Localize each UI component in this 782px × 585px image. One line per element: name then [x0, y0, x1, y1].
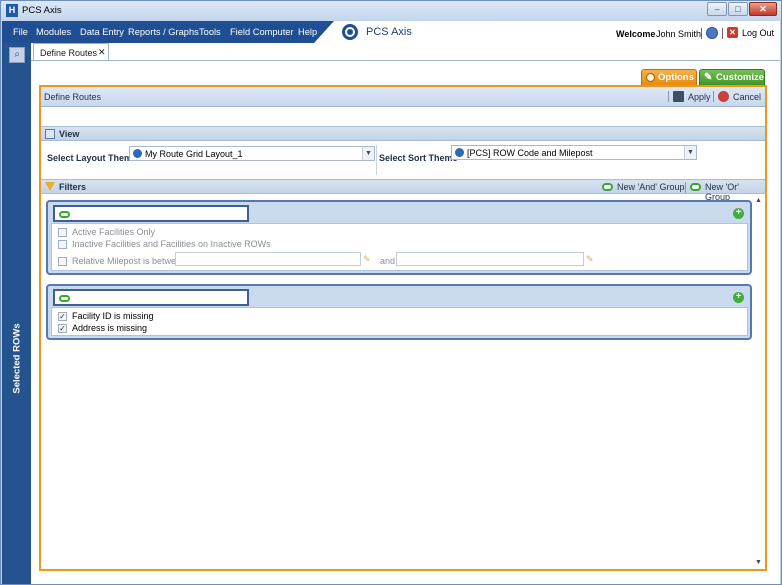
close-window-button[interactable]: ✕ — [749, 2, 777, 16]
window-title: PCS Axis — [22, 5, 62, 16]
grid-icon — [45, 129, 55, 139]
customize-button[interactable]: ✎ Customize — [699, 69, 765, 85]
options-label: Options — [658, 72, 694, 83]
divider — [713, 91, 714, 102]
scroll-up-icon[interactable]: ▲ — [755, 197, 762, 204]
minimize-button[interactable]: – — [707, 2, 727, 16]
logout-icon[interactable]: ✕ — [727, 27, 738, 38]
tab-define-routes[interactable]: Define Routes ✕ — [33, 43, 109, 61]
menu-modules[interactable]: Modules — [36, 27, 71, 37]
help-icon[interactable] — [706, 27, 718, 39]
menu-data-entry[interactable]: Data Entry — [80, 27, 124, 37]
group-1-name-input[interactable] — [53, 205, 249, 222]
search-icon[interactable]: ⌕ — [9, 47, 25, 63]
menu-bar: File Modules Data Entry Reports / Graphs… — [2, 21, 780, 43]
group-2-name-input[interactable] — [53, 289, 249, 306]
group-2-conditions: ✓ Facility ID is missing ✓ Address is mi… — [51, 307, 748, 336]
globe-icon — [133, 149, 142, 158]
condition-label: Facility ID is missing — [72, 311, 154, 321]
divider — [701, 28, 702, 39]
scroll-down-icon[interactable]: ▼ — [755, 559, 762, 566]
chevron-down-icon[interactable]: ▼ — [684, 146, 696, 159]
apply-button[interactable]: Apply — [688, 92, 711, 102]
tab-strip-border — [31, 60, 780, 61]
chevron-down-icon[interactable]: ▼ — [362, 147, 374, 160]
condition-label: Inactive Facilities and Facilities on In… — [72, 239, 271, 249]
condition-label: Active Facilities Only — [72, 227, 156, 237]
checkbox[interactable] — [58, 257, 67, 266]
filter-group-1: + Active Facilities Only Inactive Facili… — [46, 200, 752, 275]
pencil-icon[interactable]: ✎ — [363, 254, 372, 264]
gear-icon — [646, 73, 655, 82]
menu-field-computer[interactable]: Field Computer — [230, 27, 294, 37]
divider — [722, 28, 723, 39]
and-group-icon[interactable] — [602, 183, 613, 191]
save-icon[interactable] — [673, 91, 684, 102]
app-window: H PCS Axis – □ ✕ File Modules Data Entry… — [0, 0, 782, 585]
group-1-conditions: Active Facilities Only Inactive Faciliti… — [51, 223, 748, 271]
close-tab-icon[interactable]: ✕ — [98, 47, 106, 58]
main-area: Define Routes ✕ Options ✎ Customize Defi… — [31, 43, 780, 584]
menu-help[interactable]: Help — [298, 27, 317, 37]
milepost-to-input[interactable] — [396, 252, 584, 266]
options-button[interactable]: Options — [641, 69, 697, 85]
title-bar: H PCS Axis – □ ✕ — [1, 1, 781, 21]
sidebar-label[interactable]: Selected ROWs — [12, 314, 23, 404]
user-name: John Smith — [656, 29, 702, 39]
layout-theme-select[interactable]: My Route Grid Layout_1 ▼ — [129, 146, 375, 161]
add-filter-icon[interactable]: + — [733, 292, 744, 303]
layout-theme-label: Select Layout Theme — [47, 153, 138, 163]
and-label: and — [380, 256, 396, 266]
divider — [668, 91, 669, 102]
app-logo-icon: H — [6, 4, 18, 17]
checkbox[interactable] — [58, 228, 67, 237]
divider — [376, 145, 377, 175]
welcome-label: Welcome — [616, 29, 656, 39]
sort-theme-select[interactable]: [PCS] ROW Code and Milepost ▼ — [451, 145, 697, 160]
filters-section-header[interactable]: Filters New 'And' Group New 'Or' Group — [41, 179, 765, 202]
add-filter-icon[interactable]: + — [733, 208, 744, 219]
condition-label: Address is missing — [72, 323, 148, 333]
maximize-button[interactable]: □ — [728, 2, 748, 16]
brand-logo-icon — [342, 24, 358, 40]
divider — [685, 182, 686, 193]
panel-header: Define Routes Apply Cancel — [41, 87, 765, 107]
new-and-group-button[interactable]: New 'And' Group — [617, 182, 684, 192]
cancel-icon[interactable] — [718, 91, 729, 102]
sort-theme-value: [PCS] ROW Code and Milepost — [467, 148, 593, 158]
milepost-from-input[interactable] — [175, 252, 361, 266]
brand-name: PCS Axis — [366, 26, 412, 38]
globe-icon — [455, 148, 464, 157]
condition-label: Relative Milepost is between — [72, 256, 187, 266]
or-group-icon[interactable] — [690, 183, 701, 191]
checkbox-checked[interactable]: ✓ — [58, 312, 67, 321]
menu-tools[interactable]: Tools — [199, 27, 221, 37]
wrench-icon: ✎ — [704, 72, 713, 83]
layout-theme-value: My Route Grid Layout_1 — [145, 149, 243, 159]
checkbox[interactable] — [58, 240, 67, 249]
filter-group-2: + ✓ Facility ID is missing ✓ Address is … — [46, 284, 752, 340]
filters-heading: Filters — [59, 182, 87, 192]
tab-label: Define Routes — [40, 48, 98, 58]
selected-rows-sidebar[interactable]: ⌕ Selected ROWs — [2, 43, 31, 584]
logout-link[interactable]: Log Out — [742, 28, 774, 38]
group-type-icon — [59, 211, 70, 218]
menu-reports-graphs[interactable]: Reports / Graphs — [128, 27, 199, 37]
view-section-header[interactable]: View — [41, 126, 765, 141]
filters-scrollbar[interactable]: ▲ ▼ — [754, 197, 765, 569]
menu-file[interactable]: File — [13, 27, 28, 37]
checkbox-checked[interactable]: ✓ — [58, 324, 67, 333]
define-routes-panel: Define Routes Apply Cancel View Select L… — [39, 85, 767, 571]
group-type-icon — [59, 295, 70, 302]
view-heading: View — [59, 129, 80, 139]
customize-label: Customize — [716, 72, 765, 83]
sort-theme-label: Select Sort Theme — [379, 153, 458, 163]
filter-icon — [45, 182, 55, 191]
pencil-icon[interactable]: ✎ — [586, 254, 595, 264]
cancel-button[interactable]: Cancel — [733, 92, 761, 102]
panel-title: Define Routes — [44, 92, 102, 102]
